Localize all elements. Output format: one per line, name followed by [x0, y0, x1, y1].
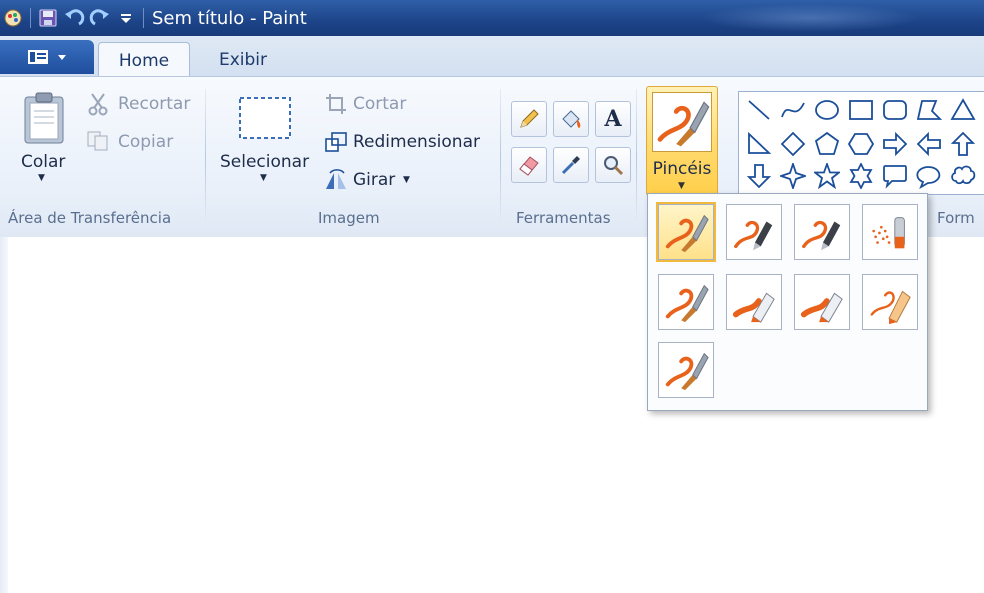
paste-icon[interactable]: [22, 91, 66, 149]
color-picker-icon: [561, 156, 580, 175]
watercolor-brush-icon: [662, 346, 710, 394]
shape-arrow-down-icon[interactable]: [743, 160, 775, 192]
cut-button[interactable]: Recortar: [118, 94, 190, 114]
magnifier-icon: [604, 156, 624, 176]
group-separator: [205, 89, 206, 227]
shape-pentagon-icon[interactable]: [811, 128, 843, 160]
undo-icon[interactable]: [61, 5, 87, 31]
natural-pencil-icon: [866, 278, 914, 326]
shape-hexagon-icon[interactable]: [845, 128, 877, 160]
shape-star-6-icon[interactable]: [845, 160, 877, 192]
chevron-down-icon: ▼: [678, 181, 685, 191]
paste-button-label[interactable]: Colar: [21, 152, 65, 172]
image-group-label: Imagem: [318, 209, 380, 227]
select-icon[interactable]: [238, 96, 292, 144]
window-title: Sem título - Paint: [152, 7, 307, 29]
title-bar: Sem título - Paint: [0, 0, 984, 36]
airbrush-icon: [866, 208, 914, 256]
copy-button[interactable]: Copiar: [118, 132, 173, 152]
brushes-button[interactable]: Pincéis ▼: [646, 86, 718, 196]
pencil-icon: [520, 109, 539, 128]
paint-app-icon[interactable]: [0, 5, 26, 31]
text-icon: A: [604, 106, 622, 132]
crop-icon: [325, 93, 347, 119]
shape-triangle-icon[interactable]: [947, 94, 979, 126]
eraser-icon: [519, 156, 539, 176]
fill-bucket-icon: [562, 110, 581, 128]
cut-icon: [88, 92, 108, 120]
select-button-label[interactable]: Selecionar: [220, 152, 309, 172]
quick-access-separator: [30, 8, 31, 28]
brush-option-calligraphy-2[interactable]: [794, 204, 850, 260]
shape-star-4-icon[interactable]: [777, 160, 809, 192]
marker-icon: [798, 278, 846, 326]
brush-icon: [662, 208, 710, 256]
shapes-group-label: Form: [937, 209, 975, 227]
shape-oval-icon[interactable]: [811, 94, 843, 126]
rotate-icon: [324, 169, 350, 195]
shape-right-triangle-icon[interactable]: [743, 128, 775, 160]
paint-menu-icon: [28, 50, 48, 64]
tab-home[interactable]: Home: [98, 42, 190, 78]
brush-option-natural-pencil[interactable]: [862, 274, 918, 330]
paint-menu-button[interactable]: [0, 40, 94, 74]
shape-arrow-up-icon[interactable]: [947, 128, 979, 160]
shape-callout-rect-icon[interactable]: [879, 160, 911, 192]
group-separator: [500, 89, 501, 227]
resize-icon: [324, 131, 348, 157]
brushes-dropdown: [647, 193, 928, 411]
brush-option-marker[interactable]: [794, 274, 850, 330]
shape-curve-icon[interactable]: [777, 94, 809, 126]
select-dropdown-arrow[interactable]: ▼: [260, 173, 267, 183]
oil-brush-icon: [662, 278, 710, 326]
copy-icon: [86, 130, 110, 156]
brush-option-calligraphy-1[interactable]: [726, 204, 782, 260]
brush-option-brush[interactable]: [656, 202, 716, 262]
save-icon[interactable]: [35, 5, 61, 31]
ribbon-tab-strip: Home Exibir: [0, 36, 984, 78]
calligraphy-brush-icon: [730, 208, 778, 256]
shape-star-5-icon[interactable]: [811, 160, 843, 192]
shapes-gallery: [738, 91, 984, 195]
rotate-dropdown-arrow[interactable]: ▼: [403, 175, 410, 185]
shape-callout-oval-icon[interactable]: [913, 160, 945, 192]
brush-option-watercolor[interactable]: [658, 342, 714, 398]
fill-tool-button[interactable]: [553, 101, 589, 137]
tab-exibir[interactable]: Exibir: [200, 42, 286, 77]
magnifier-tool-button[interactable]: [595, 147, 631, 183]
calligraphy-pen-icon: [798, 208, 846, 256]
shape-arrow-left-icon[interactable]: [913, 128, 945, 160]
brush-option-airbrush[interactable]: [862, 204, 918, 260]
shape-polygon-icon[interactable]: [913, 94, 945, 126]
title-glow-decoration: [700, 4, 920, 32]
shape-rounded-rectangle-icon[interactable]: [879, 94, 911, 126]
chevron-down-icon: [58, 55, 66, 60]
pencil-tool-button[interactable]: [511, 101, 547, 137]
brush-option-oil[interactable]: [658, 274, 714, 330]
rotate-button[interactable]: Girar: [353, 170, 395, 190]
resize-button[interactable]: Redimensionar: [353, 132, 480, 152]
shape-diamond-icon[interactable]: [777, 128, 809, 160]
group-separator: [636, 89, 637, 227]
shape-rectangle-icon[interactable]: [845, 94, 877, 126]
paste-dropdown-arrow[interactable]: ▼: [38, 173, 45, 183]
crop-button[interactable]: Cortar: [353, 94, 406, 114]
title-separator: [143, 8, 144, 28]
shape-callout-cloud-icon[interactable]: [947, 160, 979, 192]
tools-group-label: Ferramentas: [516, 209, 611, 227]
crayon-icon: [730, 278, 778, 326]
brush-icon: [652, 92, 712, 152]
shape-arrow-right-icon[interactable]: [879, 128, 911, 160]
redo-icon[interactable]: [87, 5, 113, 31]
text-tool-button[interactable]: A: [595, 101, 631, 137]
canvas-edge: [0, 237, 8, 593]
clipboard-group-label: Área de Transferência: [8, 209, 172, 227]
brush-option-crayon[interactable]: [726, 274, 782, 330]
brushes-button-label: Pincéis: [652, 159, 712, 179]
eraser-tool-button[interactable]: [511, 147, 547, 183]
customize-quick-access-icon[interactable]: [113, 5, 139, 31]
shape-line-icon[interactable]: [743, 94, 775, 126]
color-picker-tool-button[interactable]: [553, 147, 589, 183]
